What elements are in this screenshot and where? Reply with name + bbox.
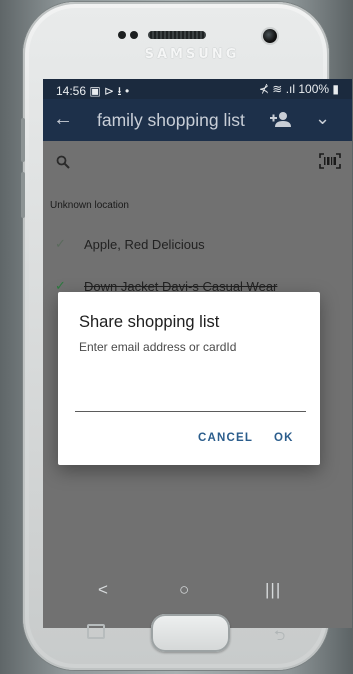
nav-home-icon[interactable]: ○ — [179, 580, 189, 600]
back-arrow-icon[interactable]: ← — [53, 108, 73, 131]
volume-button — [21, 172, 25, 218]
sensor-dot — [118, 31, 126, 39]
list-item-label: Apple, Red Delicious — [84, 237, 205, 252]
search-input[interactable] — [81, 150, 313, 174]
page-title: family shopping list — [97, 110, 245, 130]
hardware-home-button[interactable] — [151, 614, 230, 652]
device-screen: 14:56 ▣ ⊳ ⭳ • ⊀ ≋ .ıl 100% ▮ ← family sh… — [43, 79, 352, 628]
search-bar — [43, 141, 352, 181]
app-bar: ← family shopping list ⌄ — [43, 99, 352, 141]
dialog-message: Enter email address or cardId — [79, 340, 237, 354]
barcode-scan-icon[interactable] — [319, 153, 341, 174]
hardware-back-icon[interactable]: ⮌ — [274, 625, 285, 649]
hardware-recents-icon[interactable] — [87, 624, 105, 639]
brand-logo: SAMSUNG — [144, 47, 240, 62]
sensor-dot — [130, 31, 138, 39]
nav-back-icon[interactable]: < — [98, 580, 108, 600]
dialog-title: Share shopping list — [79, 313, 220, 331]
ok-button[interactable]: OK — [274, 432, 294, 444]
status-bar: 14:56 ▣ ⊳ ⭳ • ⊀ ≋ .ıl 100% ▮ — [43, 79, 352, 99]
cancel-button[interactable]: CANCEL — [198, 432, 253, 444]
volume-button — [21, 118, 25, 162]
notification-icons: ▣ ⊳ ⭳ • — [89, 84, 130, 98]
share-dialog: Share shopping list Enter email address … — [58, 292, 320, 465]
location-section-title: Unknown location — [50, 200, 129, 211]
earpiece-speaker — [148, 31, 206, 39]
chevron-down-icon[interactable]: ⌄ — [315, 108, 330, 129]
status-time: 14:56 — [56, 84, 87, 98]
nav-recents-icon[interactable]: ||| — [265, 580, 281, 600]
add-person-icon[interactable] — [270, 111, 292, 132]
list-item[interactable]: ✓ Apple, Red Delicious — [43, 230, 352, 262]
email-field[interactable] — [75, 388, 306, 412]
navigation-bar: < ○ ||| — [43, 574, 352, 608]
front-camera — [263, 29, 277, 43]
search-icon — [56, 155, 70, 174]
status-right: ⊀ ≋ .ıl 100% ▮ — [258, 82, 339, 96]
check-icon: ✓ — [55, 236, 66, 251]
